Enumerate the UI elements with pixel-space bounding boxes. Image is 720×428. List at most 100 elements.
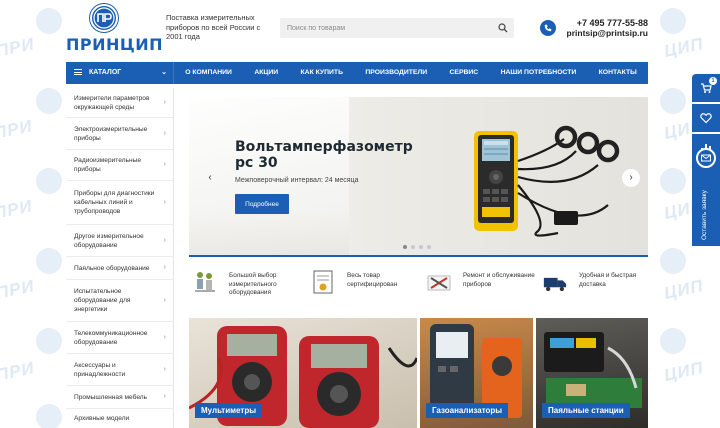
- watermark-logo: [36, 88, 62, 114]
- chevron-right-icon: ›: [163, 129, 166, 137]
- category-tile-gas-analyzers[interactable]: Газоанализаторы: [420, 318, 533, 428]
- slider-next-button[interactable]: ›: [622, 169, 640, 187]
- sidebar-item[interactable]: Аксессуары и принадлежности ›: [66, 354, 174, 386]
- sidebar-item-label: Телекоммуникационное оборудование: [74, 329, 148, 346]
- catalog-menu-button[interactable]: КАТАЛОГ ⌄: [66, 62, 174, 84]
- feature-text: Ремонт и обслуживание приборов: [463, 272, 535, 288]
- category-tile-multimeters[interactable]: Мультиметры: [189, 318, 417, 428]
- sidebar-item[interactable]: Промышленная мебель ›: [66, 386, 174, 409]
- chevron-right-icon: ›: [163, 393, 166, 400]
- watermark-logo: [36, 8, 62, 34]
- nav-link-contacts[interactable]: КОНТАКТЫ: [599, 62, 637, 84]
- slider-dot[interactable]: [411, 245, 415, 249]
- sidebar-item[interactable]: Телекоммуникационное оборудование ›: [66, 322, 174, 354]
- feature-item: Удобная и быстрая доставка: [543, 270, 648, 306]
- watermark-text: ЦИП: [662, 358, 706, 385]
- sidebar-item-label: Аксессуары и принадлежности: [74, 361, 126, 378]
- chevron-right-icon: ›: [163, 333, 166, 341]
- search-icon[interactable]: [498, 23, 508, 33]
- chevron-right-icon: ›: [163, 98, 166, 106]
- watermark-logo: [660, 328, 686, 354]
- sidebar-item[interactable]: Испытательное оборудование для энергетик…: [66, 280, 174, 322]
- slide-title: Вольтамперфазометр рс 30: [235, 139, 413, 171]
- email-link[interactable]: printsip@printsip.ru: [560, 28, 648, 38]
- nav-link-our-needs[interactable]: НАШИ ПОТРЕБНОСТИ: [501, 62, 577, 84]
- catalog-label: КАТАЛОГ: [88, 69, 122, 76]
- phone-number[interactable]: +7 495 777-55-88: [560, 18, 648, 28]
- slider-accent-line: [189, 255, 648, 257]
- mail-icon[interactable]: [696, 148, 716, 168]
- watermark-text: ПРИ: [0, 116, 35, 143]
- chevron-right-icon: ›: [163, 161, 166, 168]
- certificate-icon: [313, 270, 333, 294]
- site-tagline: Поставка измерительных приборов по всей …: [166, 13, 261, 41]
- nav-link-how-to-buy[interactable]: КАК КУПИТЬ: [301, 62, 343, 84]
- sidebar-item[interactable]: Измерители параметров окружающей среды ›: [66, 88, 174, 118]
- search-input[interactable]: [280, 18, 490, 38]
- nav-link-manufacturers[interactable]: ПРОИЗВОДИТЕЛИ: [365, 62, 427, 84]
- sidebar-item[interactable]: Архивные модели: [66, 409, 174, 428]
- sidebar-item-label: Измерители параметров окружающей среды: [74, 94, 150, 111]
- sidebar-item-label: Испытательное оборудование для энергетик…: [74, 288, 131, 313]
- slide-details-button[interactable]: Подробнее: [235, 194, 289, 214]
- watermark-text: ЦИП: [662, 34, 706, 61]
- sidebar-item[interactable]: Электроизмерительные приборы ›: [66, 118, 174, 150]
- menu-icon: [74, 68, 82, 77]
- feature-item: Большой выбор измерительного оборудовани…: [193, 270, 303, 306]
- chevron-down-icon: ⌄: [161, 69, 167, 76]
- chevron-right-icon: ›: [163, 365, 166, 373]
- chevron-right-icon: ›: [163, 296, 166, 304]
- watermark-logo: [660, 88, 686, 114]
- chevron-right-icon: ›: [163, 264, 166, 271]
- slider-prev-button[interactable]: ‹: [201, 169, 219, 187]
- watermark-logo: [660, 8, 686, 34]
- watermark-text: ПРИ: [0, 276, 37, 303]
- watermark-logo: [36, 404, 62, 428]
- tools-icon: [427, 275, 451, 291]
- features-strip: Большой выбор измерительного оборудовани…: [189, 264, 648, 310]
- cart-button[interactable]: 1: [692, 74, 720, 102]
- watermark-text: ПРИ: [0, 196, 35, 223]
- slider-dot[interactable]: [403, 245, 407, 249]
- heart-icon: [700, 113, 712, 124]
- slide-subtitle: Межповерочный интервал: 24 месяца: [235, 177, 359, 184]
- chevron-right-icon: ›: [163, 236, 166, 244]
- voltammeter-product-image: [474, 125, 620, 237]
- workers-icon: [195, 272, 215, 292]
- nav-link-promotions[interactable]: АКЦИИ: [254, 62, 278, 84]
- meter-body: [474, 131, 518, 231]
- floating-side-panel: 1 Оставить заявку: [692, 74, 720, 246]
- slider-dot[interactable]: [427, 245, 431, 249]
- category-label: Газоанализаторы: [426, 403, 509, 418]
- truck-icon: [543, 277, 567, 292]
- page-container: ПРИНЦИП Поставка измерительных приборов …: [66, 0, 648, 428]
- nav-link-about[interactable]: О КОМПАНИИ: [185, 62, 232, 84]
- sidebar-item[interactable]: Паяльное оборудование ›: [66, 257, 174, 280]
- watermark-logo: [36, 168, 62, 194]
- category-tile-soldering-stations[interactable]: Паяльные станции: [536, 318, 648, 428]
- sidebar-item[interactable]: Приборы для диагностики кабельных линий …: [66, 181, 174, 225]
- sidebar-item[interactable]: Радиоизмерительные приборы ›: [66, 150, 174, 181]
- nav-link-service[interactable]: СЕРВИС: [450, 62, 479, 84]
- feature-text: Весь товар сертифицирован: [347, 272, 398, 288]
- sidebar-item-label: Промышленная мебель: [74, 393, 148, 401]
- feature-text: Удобная и быстрая доставка: [579, 272, 637, 288]
- sidebar-item[interactable]: Другое измерительное оборудование ›: [66, 225, 174, 257]
- site-logo[interactable]: ПРИНЦИП: [66, 4, 163, 56]
- slider-dots: [403, 245, 431, 249]
- watermark-text: ЦИП: [662, 276, 706, 303]
- watermark-logo: [660, 248, 686, 274]
- watermark-logo: [36, 328, 62, 354]
- slider-dot[interactable]: [419, 245, 423, 249]
- watermark-text: ПРИ: [0, 358, 37, 385]
- feature-text: Большой выбор измерительного оборудовани…: [229, 272, 277, 296]
- sidebar-item-label: Электроизмерительные приборы: [74, 125, 148, 142]
- category-tiles: Мультиметры Газоанализаторы Паяльные ста…: [189, 318, 648, 428]
- watermark-logo: [660, 168, 686, 194]
- favorites-button[interactable]: [692, 104, 720, 132]
- feature-item: Весь товар сертифицирован: [311, 270, 421, 306]
- watermark-logo: [36, 248, 62, 274]
- chevron-right-icon: ›: [163, 198, 166, 206]
- category-label: Паяльные станции: [542, 403, 630, 418]
- sidebar-item-label: Приборы для диагностики кабельных линий …: [74, 190, 155, 215]
